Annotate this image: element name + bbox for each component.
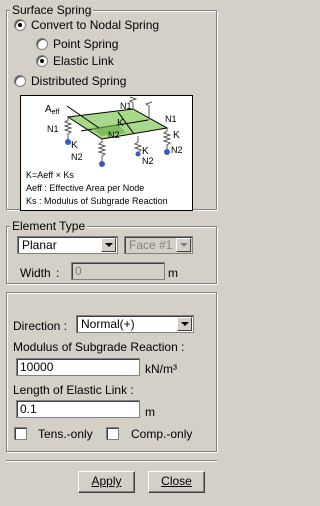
- k-label-left: K: [71, 140, 78, 151]
- elastic-link-diagram: Aeff N1 N1 N1 K N2 K N2 K N2 K N2 K=Aeff…: [20, 95, 193, 211]
- n2-label-left: N2: [71, 152, 83, 162]
- area-label: Aeff: [45, 104, 59, 116]
- elastic-link-label[interactable]: Elastic Link: [53, 54, 114, 68]
- tens-only-label[interactable]: Tens.-only: [38, 427, 93, 441]
- n2-label-mid: N2: [142, 156, 154, 166]
- n1-label-top: N1: [120, 101, 132, 111]
- formula-text: K=Aeff × Ks: [26, 170, 74, 180]
- modulus-label: Modulus of Subgrade Reaction :: [13, 340, 185, 354]
- length-unit: m: [145, 405, 155, 419]
- aeff-description: Aeff : Effective Area per Node: [26, 183, 144, 193]
- k-label-top: K: [117, 118, 124, 129]
- direction-select[interactable]: Normal(+): [76, 315, 194, 333]
- chevron-down-icon[interactable]: [177, 317, 192, 331]
- convert-to-nodal-radio[interactable]: [14, 19, 26, 31]
- modulus-unit: kN/m³: [145, 362, 177, 376]
- length-label: Length of Elastic Link :: [13, 383, 134, 397]
- close-button[interactable]: Close: [148, 471, 205, 493]
- distributed-spring-radio[interactable]: [14, 75, 26, 87]
- chevron-down-icon[interactable]: [176, 238, 191, 252]
- convert-to-nodal-label[interactable]: Convert to Nodal Spring: [31, 18, 159, 32]
- surface-spring-title: Surface Spring: [10, 3, 94, 17]
- chevron-down-icon[interactable]: [101, 238, 116, 252]
- spring-center: [97, 139, 107, 162]
- spring-right: [162, 128, 172, 150]
- k-label-right: K: [173, 130, 180, 141]
- button-separator: [6, 460, 217, 462]
- length-input[interactable]: 0.1: [16, 400, 140, 418]
- direction-label: Direction :: [13, 319, 68, 333]
- ks-description: Ks : Modulus of Subgrade Reaction: [26, 196, 168, 206]
- modulus-input[interactable]: 10000: [16, 358, 140, 376]
- comp-only-checkbox[interactable]: [106, 427, 119, 440]
- width-input[interactable]: 0: [71, 262, 165, 280]
- node-right: [164, 149, 170, 155]
- face-select[interactable]: Face #1: [124, 236, 193, 254]
- node-center: [99, 161, 105, 167]
- element-type-select[interactable]: Planar: [17, 236, 118, 254]
- face-value: Face #1: [129, 238, 173, 252]
- n1-label-right: N1: [165, 114, 177, 124]
- n1-label-left: N1: [47, 124, 59, 134]
- element-type-title: Element Type: [10, 219, 88, 233]
- apply-button[interactable]: Apply: [78, 471, 135, 493]
- n2-label-right: N2: [171, 145, 183, 155]
- distributed-spring-label[interactable]: Distributed Spring: [31, 74, 126, 88]
- direction-value: Normal(+): [81, 317, 135, 331]
- width-label: Width: [20, 266, 51, 280]
- width-unit: m: [168, 266, 178, 280]
- point-spring-radio[interactable]: [36, 38, 48, 50]
- comp-only-label[interactable]: Comp.-only: [131, 427, 192, 441]
- element-type-value: Planar: [22, 238, 57, 252]
- point-spring-label[interactable]: Point Spring: [53, 37, 118, 51]
- diagram-svg: Aeff N1 N1 N1 K N2 K N2 K N2 K N2 K=Aeff…: [26, 96, 183, 206]
- elastic-link-radio[interactable]: [36, 55, 48, 67]
- tens-only-checkbox[interactable]: [14, 427, 27, 440]
- spring-left: [63, 117, 73, 140]
- n2-label-center: N2: [108, 130, 120, 140]
- width-colon: :: [56, 266, 60, 280]
